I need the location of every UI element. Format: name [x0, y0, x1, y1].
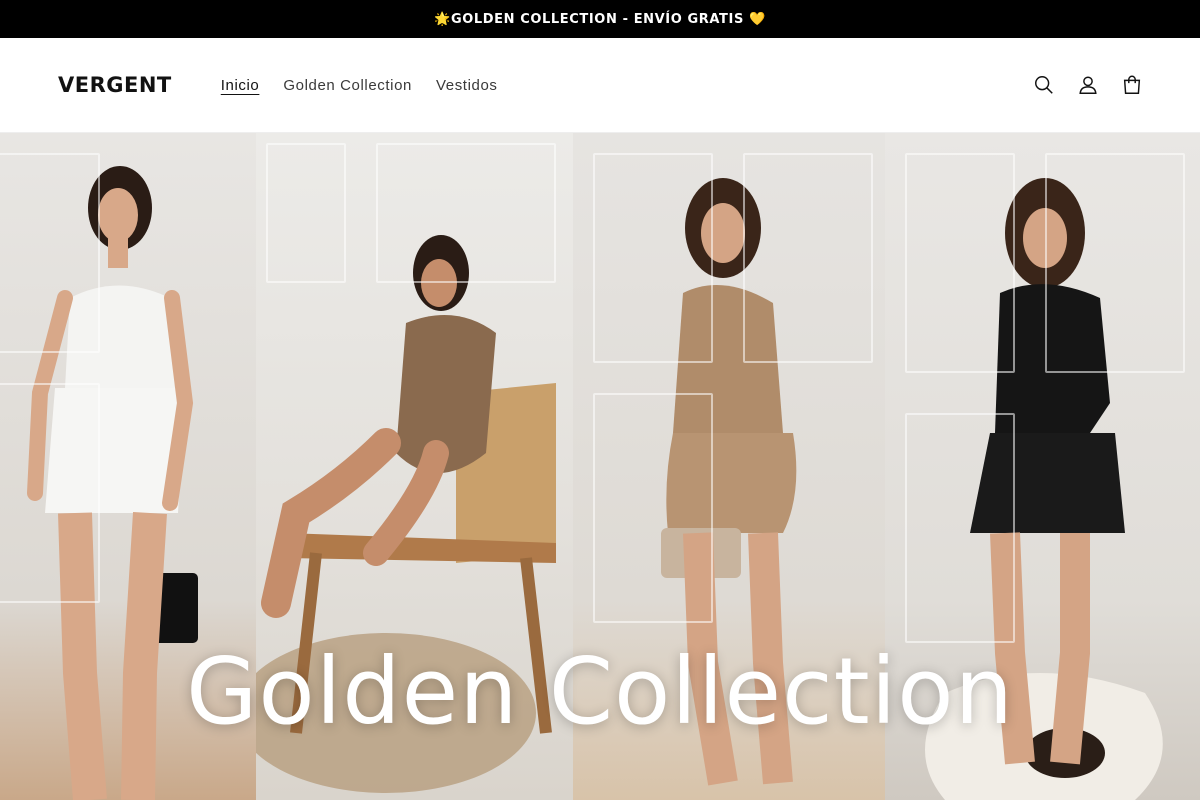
announcement-bar: 🌟GOLDEN COLLECTION - ENVÍO GRATIS 💛: [0, 0, 1200, 38]
cart-button[interactable]: [1114, 67, 1150, 103]
nav-item-golden-collection[interactable]: Golden Collection: [271, 71, 424, 100]
main-nav: Inicio Golden Collection Vestidos: [209, 71, 510, 100]
nav-item-vestidos[interactable]: Vestidos: [424, 71, 510, 100]
hero-banner[interactable]: Golden Collection: [0, 133, 1200, 800]
header-icons: [1026, 67, 1150, 103]
cart-icon: [1123, 75, 1141, 94]
account-icon: [1079, 76, 1097, 94]
logo[interactable]: VERGENT: [58, 73, 172, 97]
search-icon: [1035, 76, 1053, 94]
announcement-text: 🌟GOLDEN COLLECTION - ENVÍO GRATIS 💛: [434, 11, 766, 27]
site-header: VERGENT Inicio Golden Collection Vestido…: [0, 38, 1200, 133]
nav-item-inicio[interactable]: Inicio: [209, 71, 272, 100]
hero-title: Golden Collection: [186, 638, 1014, 745]
account-button[interactable]: [1070, 67, 1106, 103]
search-button[interactable]: [1026, 67, 1062, 103]
